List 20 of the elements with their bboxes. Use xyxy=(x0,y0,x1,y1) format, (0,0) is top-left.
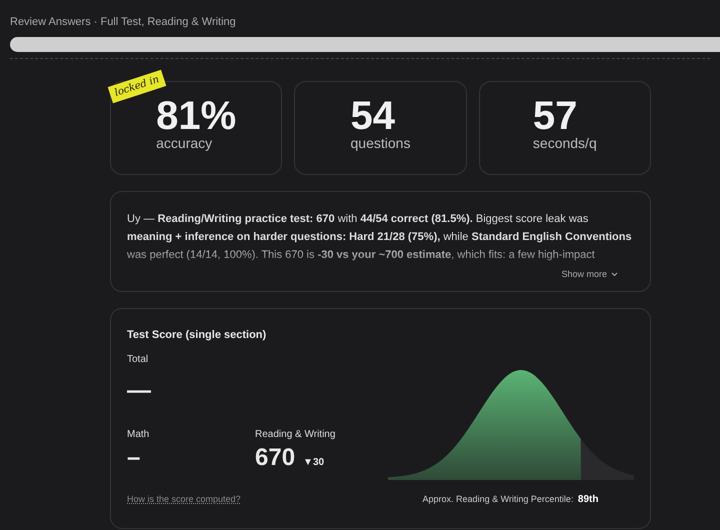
total-score: — xyxy=(127,378,152,402)
section-score: 670 xyxy=(255,446,296,470)
summary-paragraph: Uy — Reading/Writing practice test: 670 with 44/54 correct (81.5%). Biggest score leak was meaning + inference on harder questions: Hard 21/28 (75%), while Standard English Conventions was perfect (14/14, 100%). This 670 is -30 vs your ~700 estimate, which fits: a few high-impact xyxy=(127,212,633,262)
chevron-icon xyxy=(611,272,618,277)
percentile-label: Approx. Reading & Writing Percentile: xyxy=(422,494,574,504)
section-label: Reading & Writing xyxy=(255,428,336,442)
stat-label: seconds/q xyxy=(532,136,597,151)
section-label: Math xyxy=(127,428,150,442)
score-change: ▼30 xyxy=(303,456,324,470)
page-title: Review Answers · Full Test, Reading & Writing xyxy=(9,15,237,30)
total-label: Total xyxy=(127,352,150,366)
card-title: Test Score (single section) xyxy=(127,328,268,343)
help-link[interactable]: How is the score computed? xyxy=(127,494,241,504)
stat-value: 54 xyxy=(350,96,396,136)
stat-label: accuracy xyxy=(156,136,212,151)
stat-value: 57 xyxy=(532,96,578,136)
stat-label: questions xyxy=(350,136,410,151)
show-more-button[interactable]: Show more xyxy=(561,268,618,281)
percentile-value: 89th xyxy=(578,494,598,504)
section-score: – xyxy=(127,446,140,470)
